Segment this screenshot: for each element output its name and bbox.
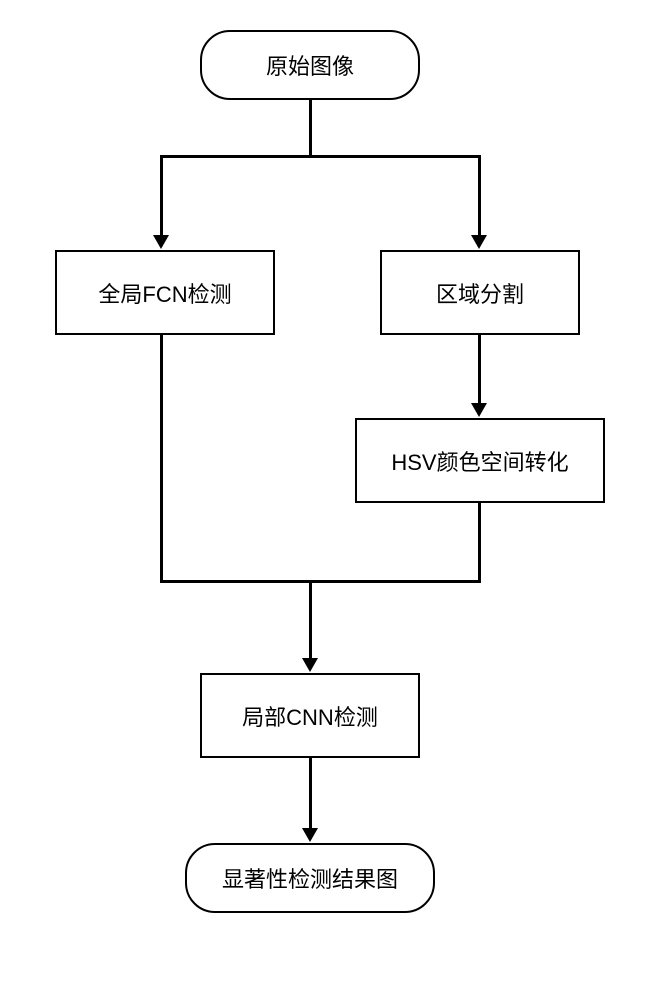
- hsv-node: HSV颜色空间转化: [355, 418, 605, 503]
- segment-label: 区域分割: [436, 277, 524, 309]
- result-label: 显著性检测结果图: [222, 862, 398, 894]
- connector-line: [478, 335, 481, 405]
- connector-line: [160, 155, 480, 158]
- cnn-node: 局部CNN检测: [200, 673, 420, 758]
- start-label: 原始图像: [266, 49, 354, 81]
- arrow-icon: [302, 658, 318, 672]
- start-node: 原始图像: [200, 30, 420, 100]
- arrow-icon: [302, 828, 318, 842]
- connector-line: [478, 155, 481, 237]
- fcn-node: 全局FCN检测: [55, 250, 275, 335]
- segment-node: 区域分割: [380, 250, 580, 335]
- hsv-label: HSV颜色空间转化: [391, 445, 568, 477]
- connector-line: [160, 335, 163, 583]
- cnn-label: 局部CNN检测: [242, 700, 378, 732]
- arrow-icon: [153, 235, 169, 249]
- connector-line: [478, 503, 481, 583]
- connector-line: [309, 100, 312, 155]
- result-node: 显著性检测结果图: [185, 843, 435, 913]
- connector-line: [309, 758, 312, 830]
- connector-line: [309, 580, 312, 660]
- connector-line: [160, 580, 480, 583]
- arrow-icon: [471, 235, 487, 249]
- fcn-label: 全局FCN检测: [98, 277, 231, 309]
- connector-line: [160, 155, 163, 237]
- arrow-icon: [471, 403, 487, 417]
